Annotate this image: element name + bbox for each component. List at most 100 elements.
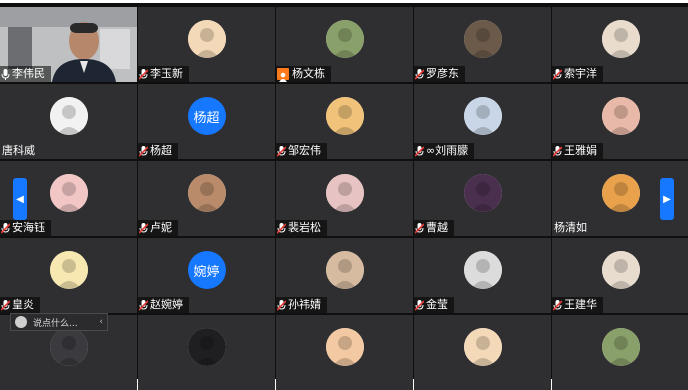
participant-name: 唐科威 bbox=[2, 144, 35, 157]
participant-name: 安海钰 bbox=[12, 221, 45, 234]
participant-name: 皇炎 bbox=[12, 298, 34, 311]
participant-name: 金莹 bbox=[426, 298, 448, 311]
mic-muted-icon bbox=[138, 296, 150, 314]
mic-muted-icon bbox=[276, 296, 288, 314]
mic-muted-icon bbox=[138, 219, 150, 237]
avatar: 婉婷 bbox=[187, 251, 226, 289]
participant-tile[interactable]: 杨文栋 bbox=[276, 7, 413, 82]
mic-muted-icon bbox=[276, 142, 288, 160]
participant-tile[interactable]: 金莹 bbox=[414, 238, 551, 313]
mic-muted-icon bbox=[414, 142, 426, 160]
previous-page-button[interactable]: ◀ bbox=[13, 178, 27, 220]
anime-boy-avatar-icon bbox=[601, 251, 640, 289]
mic-muted-icon bbox=[0, 296, 12, 314]
cartoon-avatar-icon bbox=[187, 20, 226, 58]
next-page-button[interactable]: ▶ bbox=[660, 178, 674, 220]
mic-muted-icon bbox=[552, 65, 564, 83]
mic-muted-icon bbox=[0, 219, 12, 237]
pig-avatar-icon bbox=[49, 174, 88, 212]
name-bar: 裴岩松 bbox=[276, 220, 327, 236]
doll-avatar-icon bbox=[463, 97, 502, 135]
participant-name: 孙祎婧 bbox=[288, 298, 321, 311]
name-bar: 杨清如 bbox=[552, 220, 593, 236]
man-avatar-icon bbox=[325, 328, 364, 366]
chat-input-bar[interactable]: 说点什么... ‹ bbox=[10, 313, 108, 331]
name-bar: 王建华 bbox=[552, 297, 603, 313]
participant-tile[interactable]: 邹宏伟 bbox=[276, 84, 413, 159]
avatar: 杨超 bbox=[187, 97, 226, 135]
mic-muted-icon bbox=[414, 296, 426, 314]
drinks-avatar-icon bbox=[463, 20, 502, 58]
name-bar: 卢妮 bbox=[138, 220, 178, 236]
kitten-avatar-icon bbox=[601, 97, 640, 135]
chevron-left-icon: ◀ bbox=[16, 193, 24, 205]
cat-avatar-icon bbox=[601, 20, 640, 58]
name-bar: 金莹 bbox=[414, 297, 454, 313]
landscape-avatar-icon bbox=[325, 20, 364, 58]
name-bar: ∞刘雨朦 bbox=[414, 142, 475, 160]
illustrated-girl-avatar-icon bbox=[601, 328, 640, 366]
participant-name: 李伟民 bbox=[12, 67, 45, 80]
participant-tile[interactable]: ∞刘雨朦 bbox=[414, 84, 551, 159]
mic-muted-icon bbox=[414, 65, 426, 83]
person-avatar-icon bbox=[49, 328, 88, 366]
girl-avatar-icon bbox=[325, 97, 364, 135]
participant-tile[interactable]: 罗彦东 bbox=[414, 7, 551, 82]
participant-tile[interactable]: 裴岩松 bbox=[276, 161, 413, 236]
participant-name: 杨清如 bbox=[554, 221, 587, 234]
mic-muted-icon bbox=[276, 219, 288, 237]
participant-name: 王建华 bbox=[564, 298, 597, 311]
participant-tile[interactable]: 李玉新 bbox=[138, 7, 275, 82]
participant-tile[interactable]: 索宇洋 bbox=[552, 7, 688, 82]
chevron-right-icon: ▶ bbox=[663, 193, 671, 205]
name-bar: 孙祎婧 bbox=[276, 297, 327, 313]
participant-tile[interactable]: 王雅娟 bbox=[552, 84, 688, 159]
participant-tile[interactable]: 皇炎 bbox=[0, 238, 137, 313]
participant-name: 杨超 bbox=[150, 144, 172, 157]
anime-avatar-icon bbox=[601, 174, 640, 212]
name-bar: 索宇洋 bbox=[552, 66, 603, 82]
name-bar: 曹越 bbox=[414, 220, 454, 236]
dog-avatar-icon bbox=[187, 328, 226, 366]
participant-tile[interactable]: 杨超 杨超 bbox=[138, 84, 275, 159]
name-bar: 罗彦东 bbox=[414, 66, 465, 82]
mic-icon bbox=[0, 65, 12, 83]
participant-name: 曹越 bbox=[426, 221, 448, 234]
participant-name: 赵婉婷 bbox=[150, 298, 183, 311]
name-bar: 安海钰 bbox=[0, 220, 51, 236]
participant-name: 罗彦东 bbox=[426, 67, 459, 80]
mic-muted-icon bbox=[138, 65, 150, 83]
name-bar: 杨超 bbox=[138, 143, 178, 159]
mic-muted-icon bbox=[138, 142, 150, 160]
participant-tile[interactable]: 婉婷 赵婉婷 bbox=[138, 238, 275, 313]
name-bar: 李伟民 bbox=[0, 66, 51, 82]
participant-name: 邹宏伟 bbox=[288, 144, 321, 157]
piglet-avatar-icon bbox=[325, 174, 364, 212]
mic-muted-icon bbox=[414, 219, 426, 237]
name-bar: 唐科威 bbox=[0, 143, 41, 159]
participant-tile[interactable]: 曹越 bbox=[414, 161, 551, 236]
name-bar: 皇炎 bbox=[0, 297, 40, 313]
participant-name: 裴岩松 bbox=[288, 221, 321, 234]
participant-name: 李玉新 bbox=[150, 67, 183, 80]
participant-name: 杨文栋 bbox=[292, 67, 325, 80]
participant-name: ∞刘雨朦 bbox=[426, 144, 469, 157]
name-bar: 赵婉婷 bbox=[138, 297, 189, 313]
participant-tile[interactable]: 卢妮 bbox=[138, 161, 275, 236]
chevron-left-icon[interactable]: ‹ bbox=[99, 317, 103, 327]
city-avatar-icon bbox=[463, 174, 502, 212]
mic-muted-icon bbox=[552, 296, 564, 314]
participant-name: 王雅娟 bbox=[564, 144, 597, 157]
sailor-avatar-icon bbox=[463, 251, 502, 289]
emoji-icon[interactable] bbox=[15, 316, 27, 328]
cat-face-avatar-icon bbox=[325, 251, 364, 289]
participant-tile[interactable]: 王建华 bbox=[552, 238, 688, 313]
name-bar: 王雅娟 bbox=[552, 143, 603, 159]
woman-avatar-icon bbox=[463, 328, 502, 366]
sketch-avatar-icon bbox=[49, 97, 88, 135]
participant-tile[interactable]: 李伟民 bbox=[0, 7, 137, 82]
name-bar: 李玉新 bbox=[138, 66, 189, 82]
participant-tile[interactable]: 唐科威 bbox=[0, 84, 137, 159]
participant-tile[interactable]: 孙祎婧 bbox=[276, 238, 413, 313]
name-bar: 杨文栋 bbox=[276, 66, 331, 82]
